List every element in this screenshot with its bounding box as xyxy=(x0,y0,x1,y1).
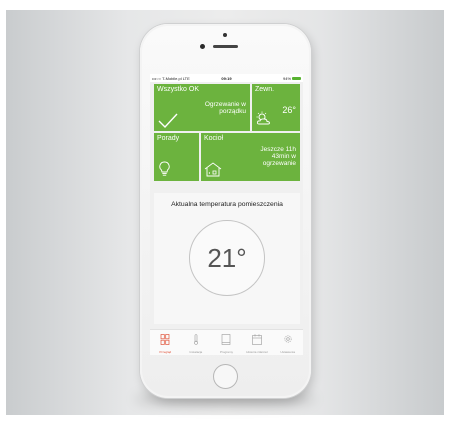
phone-device: •••○○ T-Mobile.pl LTE 09:19 94% Wszystko… xyxy=(140,24,311,398)
tab-event-history[interactable]: Historia zdarzeń xyxy=(242,330,273,355)
tab-overview[interactable]: Przegląd xyxy=(150,330,181,355)
battery-indicator: 94% xyxy=(251,75,302,81)
app-screen: •••○○ T-Mobile.pl LTE 09:19 94% Wszystko… xyxy=(150,74,303,355)
lightbulb-icon xyxy=(159,161,170,176)
front-camera xyxy=(223,33,227,37)
boiler-tile-message-1: Jeszcze 11h xyxy=(260,146,296,153)
outside-temperature-tile[interactable]: Zewn. 26° xyxy=(252,84,300,131)
outside-tile-title: Zewn. xyxy=(255,86,275,93)
grid-icon xyxy=(160,334,170,345)
tab-installation-label: Instalacja xyxy=(189,350,203,354)
room-temperature-panel: Aktualna temperatura pomieszczenia 21° xyxy=(154,193,300,324)
boiler-tile-title: Kocioł xyxy=(204,135,224,142)
boiler-tile-message-3: ogrzewanie xyxy=(262,160,296,167)
status-tile-title: Wszystko OK xyxy=(157,86,200,93)
tips-tile-title: Porady xyxy=(157,135,180,142)
status-tile[interactable]: Wszystko OK Ogrzewanie w porządku xyxy=(154,84,250,131)
tab-installation[interactable]: Instalacja xyxy=(181,330,212,355)
book-icon xyxy=(222,334,231,345)
tips-tile[interactable]: Porady xyxy=(154,133,199,181)
sun-cloud-icon xyxy=(256,111,270,125)
status-tile-message-1: Ogrzewanie w xyxy=(204,101,246,108)
battery-percent: 94% xyxy=(283,75,292,81)
boiler-tile[interactable]: Kocioł Jeszcze 11h 43min w ogrzewanie xyxy=(201,133,300,181)
status-bar: •••○○ T-Mobile.pl LTE 09:19 94% xyxy=(150,74,303,82)
boiler-tile-message-2: 43min w xyxy=(271,153,296,160)
clock: 09:19 xyxy=(221,75,232,81)
tab-overview-label: Przegląd xyxy=(159,350,172,354)
dashboard-tiles: Wszystko OK Ogrzewanie w porządku Zewn. … xyxy=(150,82,303,189)
tab-settings[interactable]: Ustawienia xyxy=(272,330,303,355)
checkmark-icon xyxy=(158,113,178,128)
bottom-tab-bar: Przegląd Instalacja Programy Historia zd… xyxy=(150,329,303,355)
gear-icon xyxy=(284,335,292,343)
tab-programs-label: Programy xyxy=(219,350,233,354)
room-temperature-title: Aktualna temperatura pomieszczenia xyxy=(171,201,283,208)
home-button[interactable] xyxy=(213,364,238,389)
calendar-icon xyxy=(252,334,262,345)
battery-icon xyxy=(292,76,302,80)
tab-programs[interactable]: Programy xyxy=(211,330,242,355)
room-temperature-value: 21° xyxy=(207,243,247,273)
tab-event-history-label: Historia zdarzeń xyxy=(246,350,268,354)
proximity-sensor xyxy=(200,44,205,49)
status-tile-message-2: porządku xyxy=(219,108,246,115)
carrier-label: •••○○ T-Mobile.pl LTE xyxy=(152,75,190,81)
earpiece-speaker xyxy=(213,45,238,48)
house-heating-icon xyxy=(204,162,222,177)
thermometer-icon xyxy=(193,334,198,345)
temperature-dial[interactable]: 21° xyxy=(189,220,265,296)
outside-temperature-value: 26° xyxy=(282,105,296,115)
tab-settings-label: Ustawienia xyxy=(280,350,296,354)
